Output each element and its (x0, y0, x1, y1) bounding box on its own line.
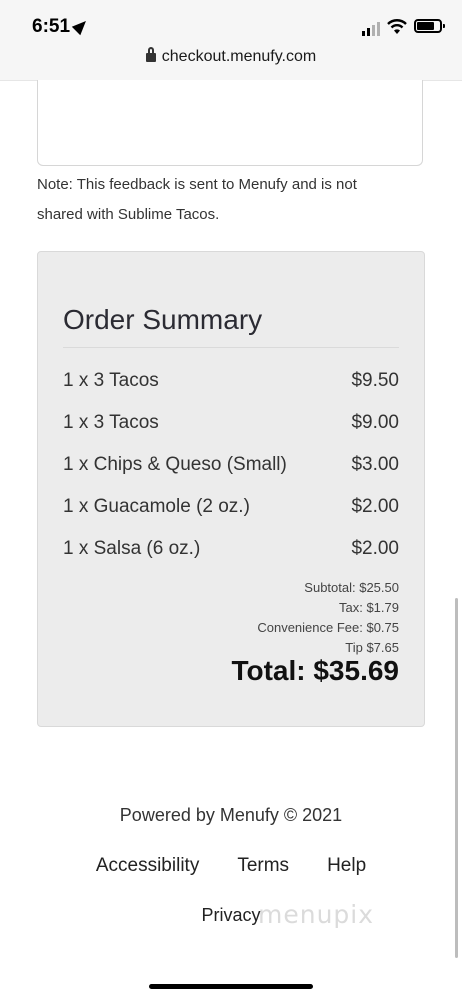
order-item-label: 1 x Chips & Queso (Small) (63, 454, 287, 475)
order-items-list: 1 x 3 Tacos $9.50 1 x 3 Tacos $9.00 1 x … (63, 360, 399, 570)
location-arrow-icon (71, 16, 91, 36)
scrollbar[interactable] (455, 598, 458, 958)
lock-icon (145, 47, 156, 62)
order-total: Total: $35.69 (231, 655, 399, 686)
privacy-link[interactable]: Privacy (201, 905, 260, 925)
order-summary-title: Order Summary (63, 304, 263, 335)
accessibility-link[interactable]: Accessibility (96, 855, 199, 877)
wifi-icon (387, 19, 407, 34)
order-item: 1 x Chips & Queso (Small) $3.00 (63, 444, 399, 486)
order-summary-card: Order Summary 1 x 3 Tacos $9.50 1 x 3 Ta… (37, 251, 425, 727)
order-item: 1 x 3 Tacos $9.50 (63, 360, 399, 402)
feedback-note-line: shared with Sublime Tacos. (37, 206, 220, 223)
footer-links: Accessibility Terms Help (0, 855, 462, 877)
terms-link[interactable]: Terms (237, 855, 289, 877)
subtotal: Subtotal: $25.50 (304, 580, 399, 595)
browser-status-bar: 6:51 checkout.menufy.com (0, 0, 462, 81)
feedback-note: Note: This feedback is sent to Menufy an… (37, 170, 427, 230)
order-item-label: 1 x Guacamole (2 oz.) (63, 496, 250, 517)
order-item: 1 x 3 Tacos $9.00 (63, 402, 399, 444)
divider (63, 347, 399, 348)
cellular-signal-icon (362, 22, 380, 36)
order-item: 1 x Guacamole (2 oz.) $2.00 (63, 486, 399, 528)
status-time: 6:51 (32, 16, 71, 37)
feedback-textarea[interactable] (37, 80, 423, 166)
order-item-label: 1 x Salsa (6 oz.) (63, 538, 201, 559)
address-bar[interactable]: checkout.menufy.com (0, 47, 462, 66)
order-item: 1 x Salsa (6 oz.) $2.00 (63, 528, 399, 570)
home-indicator[interactable] (149, 984, 313, 989)
feedback-note-line: Note: This feedback is sent to Menufy an… (37, 176, 357, 193)
powered-by-text: Powered by Menufy © 2021 (119, 805, 343, 825)
order-item-price: $9.00 (351, 412, 399, 433)
order-item-price: $9.50 (351, 370, 399, 391)
menupix-watermark: menupix (258, 900, 375, 929)
order-item-price: $3.00 (351, 454, 399, 475)
order-item-label: 1 x 3 Tacos (63, 412, 159, 433)
order-item-price: $2.00 (351, 496, 399, 517)
privacy-row: Privacy (0, 905, 462, 926)
battery-icon (414, 19, 445, 33)
order-item-label: 1 x 3 Tacos (63, 370, 159, 391)
help-link[interactable]: Help (327, 855, 366, 877)
order-totals: Subtotal: $25.50 Tax: $1.79 Convenience … (257, 578, 399, 658)
url-text: checkout.menufy.com (161, 48, 317, 65)
tax: Tax: $1.79 (339, 600, 399, 615)
order-item-price: $2.00 (351, 538, 399, 559)
convenience-fee: Convenience Fee: $0.75 (257, 620, 399, 635)
